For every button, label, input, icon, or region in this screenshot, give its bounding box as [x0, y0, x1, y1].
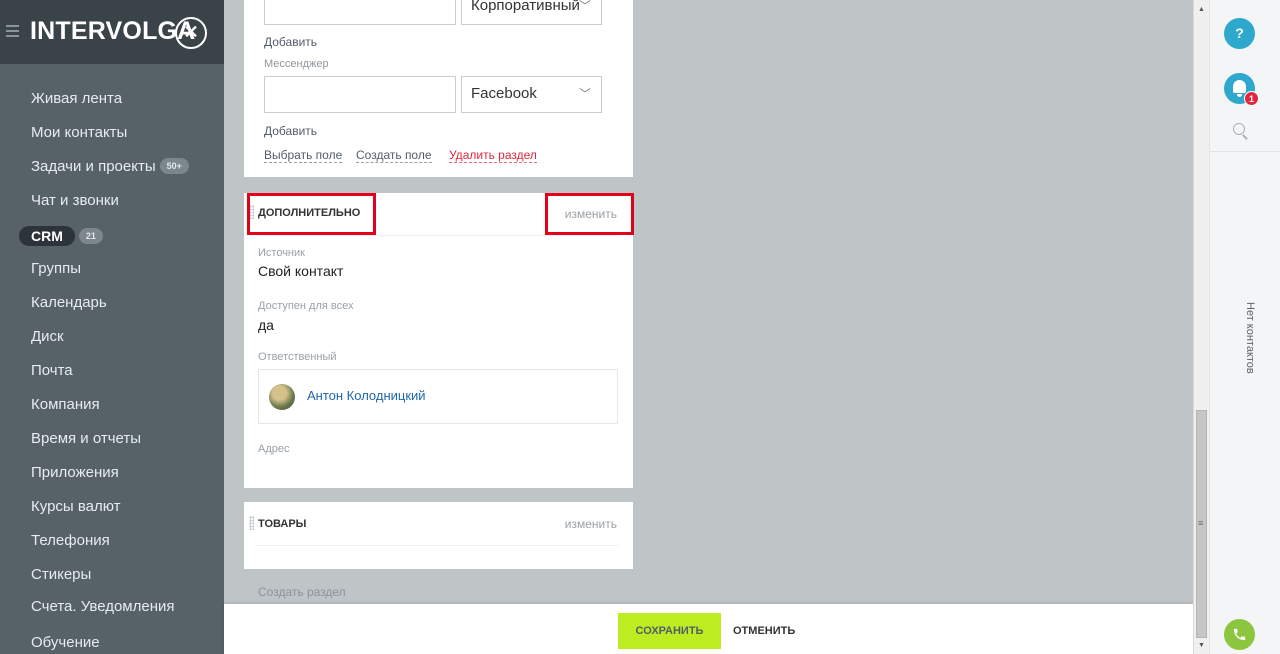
sidebar-item-company[interactable]: Компания — [31, 396, 100, 413]
scrollbar-thumb[interactable]: ≡ — [1196, 410, 1207, 638]
save-button[interactable]: СОХРАНИТЬ — [618, 613, 721, 649]
avatar[interactable] — [269, 384, 295, 410]
crm-counter-badge: 21 — [78, 228, 103, 244]
close-icon[interactable]: ✕ — [175, 17, 207, 49]
add-phone-link[interactable]: Добавить — [264, 35, 317, 49]
sidebar-item-disk[interactable]: Диск — [31, 328, 64, 345]
notification-count-badge: 1 — [1244, 91, 1259, 106]
source-label: Источник — [258, 247, 305, 259]
drag-handle-icon[interactable] — [249, 516, 254, 530]
notification-bell-icon[interactable]: 1 — [1224, 73, 1259, 106]
goods-section-card: ТОВАРЫ изменить — [244, 502, 633, 569]
sidebar-item-apps[interactable]: Приложения — [31, 464, 119, 481]
phone-icon[interactable] — [1224, 619, 1255, 650]
no-contacts-text: Нет контактов — [1244, 302, 1256, 374]
create-field-link[interactable]: Создать поле — [356, 148, 432, 163]
company-logo[interactable]: INTERVOLGA — [30, 17, 195, 46]
address-label: Адрес — [258, 443, 290, 455]
messenger-input[interactable] — [264, 76, 456, 113]
sidebar-item-crm[interactable]: CRM 21 — [19, 226, 103, 246]
messenger-type-select[interactable]: Facebook ﹀ — [461, 76, 602, 113]
sidebar-item-currency[interactable]: Курсы валют — [31, 498, 121, 515]
create-section-link[interactable]: Создать раздел — [258, 585, 346, 599]
messenger-label: Мессенджер — [264, 58, 329, 70]
help-icon[interactable]: ? — [1224, 18, 1255, 49]
delete-section-link[interactable]: Удалить раздел — [449, 148, 537, 163]
sidebar-item-learning[interactable]: Обучение — [31, 634, 100, 651]
sidebar-header: INTERVOLGA ✕ — [0, 0, 224, 64]
sidebar-item-chat[interactable]: Чат и звонки — [31, 192, 119, 209]
right-panel: ? 1 Нет контактов — [1209, 0, 1280, 654]
sidebar-item-live-feed[interactable]: Живая лента — [31, 90, 122, 107]
additional-section-card: ДОПОЛНИТЕЛЬНО изменить Источник Свой кон… — [244, 193, 633, 488]
phone-type-select[interactable]: Корпоративный ﹀ — [461, 0, 602, 25]
goods-section-title: ТОВАРЫ — [258, 518, 307, 530]
contact-fields-card: Корпоративный ﹀ Добавить Мессенджер Face… — [244, 0, 633, 177]
scroll-up-arrow-icon[interactable]: ▲ — [1198, 6, 1205, 13]
grip-icon: ≡ — [1198, 518, 1204, 528]
vertical-scrollbar[interactable]: ▲ ≡ ▼ — [1193, 0, 1209, 654]
sidebar-item-time-reports[interactable]: Время и отчеты — [31, 430, 141, 447]
sidebar-item-telephony[interactable]: Телефония — [31, 532, 110, 549]
sidebar-item-invoices[interactable]: Счета. Уведомления — [31, 598, 175, 615]
section-divider — [257, 235, 619, 236]
available-value: да — [258, 317, 274, 333]
bell-body — [1233, 80, 1246, 93]
sidebar-item-calendar[interactable]: Календарь — [31, 294, 107, 311]
phone-glyph — [1233, 628, 1246, 641]
phone-input[interactable] — [264, 0, 456, 25]
crm-active-pill: CRM — [19, 226, 75, 246]
tasks-counter-badge: 50+ — [159, 158, 189, 174]
sidebar-item-groups[interactable]: Группы — [31, 260, 81, 277]
bottom-action-bar: СОХРАНИТЬ ОТМЕНИТЬ — [224, 604, 1193, 654]
sidebar-item-tasks[interactable]: Задачи и проекты 50+ — [31, 158, 189, 175]
add-messenger-link[interactable]: Добавить — [264, 124, 317, 138]
left-sidebar: INTERVOLGA ✕ Живая лента Мои контакты За… — [0, 0, 224, 654]
responsible-person-box: Антон Колодницкий — [258, 369, 618, 424]
responsible-person-link[interactable]: Антон Колодницкий — [307, 388, 426, 403]
source-value: Свой контакт — [258, 263, 344, 279]
cancel-button[interactable]: ОТМЕНИТЬ — [733, 613, 795, 649]
panel-divider — [1210, 151, 1280, 152]
highlight-box-edit — [545, 193, 634, 235]
sidebar-item-mail[interactable]: Почта — [31, 362, 73, 379]
chevron-down-icon: ﹀ — [578, 0, 591, 13]
scroll-down-arrow-icon[interactable]: ▼ — [1198, 642, 1205, 649]
available-label: Доступен для всех — [258, 300, 354, 312]
sidebar-item-my-contacts[interactable]: Мои контакты — [31, 124, 127, 141]
responsible-label: Ответственный — [258, 351, 337, 363]
search-icon[interactable] — [1233, 123, 1245, 135]
goods-edit-link[interactable]: изменить — [565, 517, 617, 531]
menu-icon[interactable] — [6, 25, 19, 37]
chevron-down-icon: ﹀ — [578, 87, 591, 101]
bell-clapper — [1237, 94, 1242, 97]
sidebar-item-stickers[interactable]: Стикеры — [31, 566, 91, 583]
section-divider — [257, 545, 619, 546]
choose-field-link[interactable]: Выбрать поле — [264, 148, 343, 163]
highlight-box-title — [247, 193, 376, 235]
